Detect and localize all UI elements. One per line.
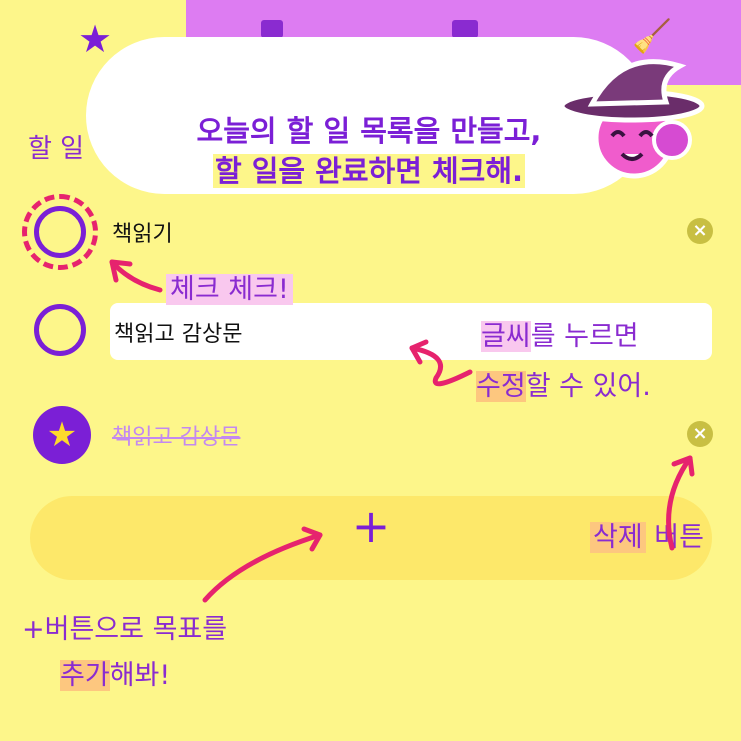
annotation-highlight: 수정 [476, 371, 526, 402]
todo-checkbox[interactable] [34, 206, 86, 258]
annotation-highlight: 글씨 [481, 321, 531, 352]
annotation-add-line-2: 추가해봐! [60, 660, 171, 691]
annotation-highlight: 추가 [60, 660, 110, 691]
calendar-icon[interactable] [261, 20, 283, 38]
broom-icon[interactable]: 🧹 [632, 20, 672, 52]
close-icon: × [692, 423, 708, 444]
todo-text[interactable]: 책읽고 감상문 [114, 316, 242, 348]
star-icon[interactable]: ★ [78, 20, 112, 58]
star-icon: ★ [46, 415, 78, 455]
delete-button[interactable]: × [687, 421, 713, 447]
book-icon[interactable] [452, 20, 478, 38]
arrow-head [109, 259, 133, 283]
annotation-check: 체크 체크! [166, 274, 293, 305]
page-title: 할 일 [28, 134, 85, 164]
annotation-text: 해봐! [109, 660, 171, 691]
witch-mascot-icon [562, 59, 705, 179]
arrow-head [671, 455, 695, 477]
todo-checkbox-checked[interactable]: ★ [33, 406, 91, 464]
close-icon: × [692, 220, 708, 241]
annotation-text: 할 수 있어. [525, 371, 651, 402]
todo-text-done[interactable]: 책읽고 감상문 [112, 419, 240, 451]
annotation-edit-line-1: 글씨를 누르면 [481, 321, 639, 352]
plus-icon[interactable]: + [351, 503, 391, 549]
annotation-delete: 삭제 버튼 [590, 522, 704, 553]
todo-text[interactable]: 책읽기 [112, 216, 173, 248]
annotation-add-line-1: +버튼으로 목표를 [22, 614, 228, 645]
annotation-text: 를 누르면 [530, 321, 639, 352]
arrow-to-checkbox [109, 259, 163, 293]
bubble-line-2-text: 할 일을 완료하면 체크해. [212, 154, 526, 188]
todo-checkbox[interactable] [34, 304, 86, 356]
annotation-highlight: 삭제 [590, 522, 646, 553]
delete-button[interactable]: × [687, 218, 713, 244]
annotation-edit-line-2: 수정할 수 있어. [476, 371, 651, 402]
annotation-text: 버튼 [645, 522, 704, 553]
